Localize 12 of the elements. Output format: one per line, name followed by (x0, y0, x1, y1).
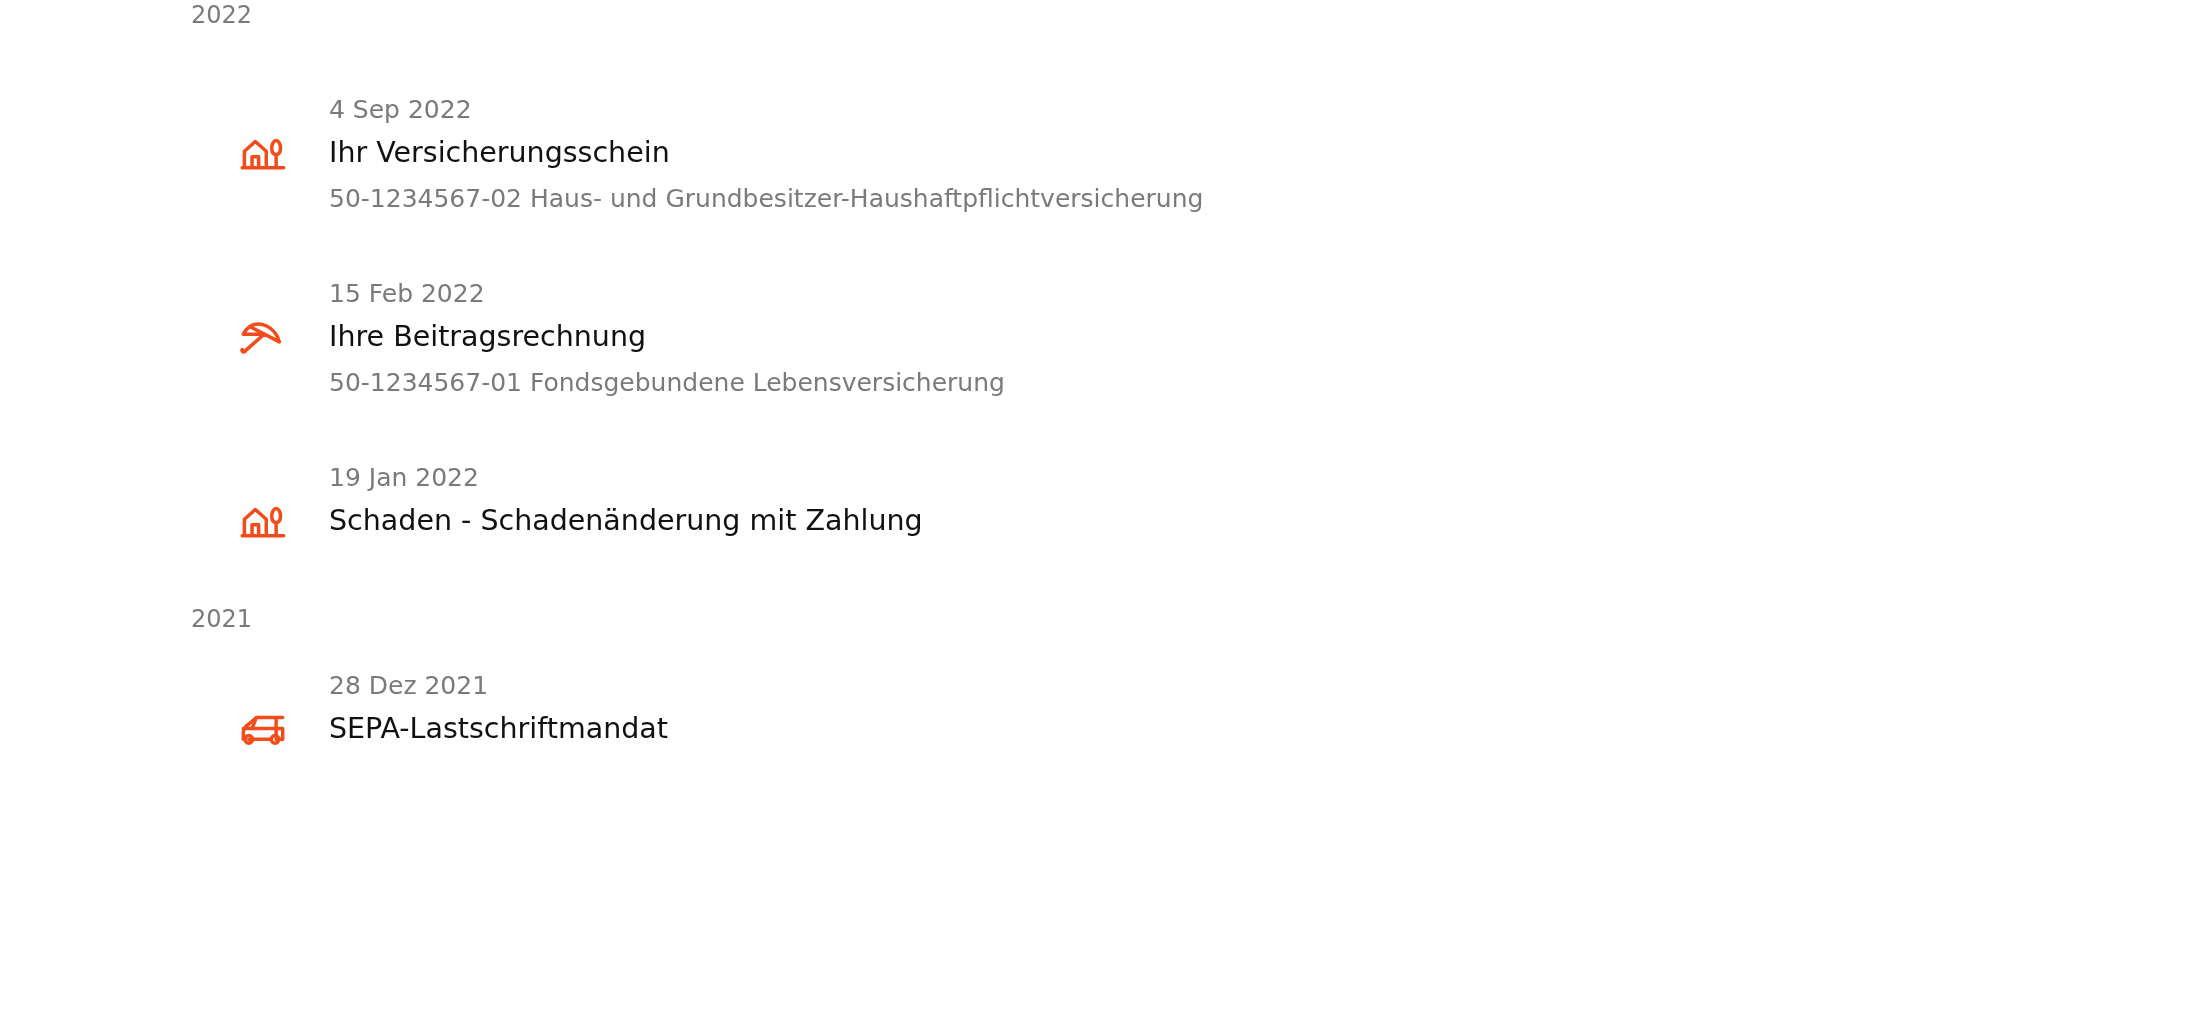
year-heading: 2022 (191, 0, 254, 30)
contract-description: 50-1234567-02 Haus- und Grundbesitzer-Haushaftpflichtversicherung (329, 183, 1205, 215)
document-title[interactable]: Schaden - Schadenänderung mit Zahlung (329, 495, 2202, 547)
document-date: 15 Feb 2022 (329, 278, 486, 310)
document-title[interactable]: Ihre Beitragsrechnung (329, 311, 2202, 363)
document-title[interactable]: SEPA-Lastschriftmandat (329, 703, 2202, 755)
document-date: 28 Dez 2021 (329, 670, 490, 702)
year-heading: 2021 (191, 604, 254, 634)
contract-description: 50-1234567-01 Fondsgebundene Lebensversicherung (329, 367, 1006, 399)
document-date: 4 Sep 2022 (329, 94, 473, 126)
document-date: 19 Jan 2022 (329, 462, 480, 494)
document-title[interactable]: Ihr Versicherungsschein (329, 127, 2202, 179)
